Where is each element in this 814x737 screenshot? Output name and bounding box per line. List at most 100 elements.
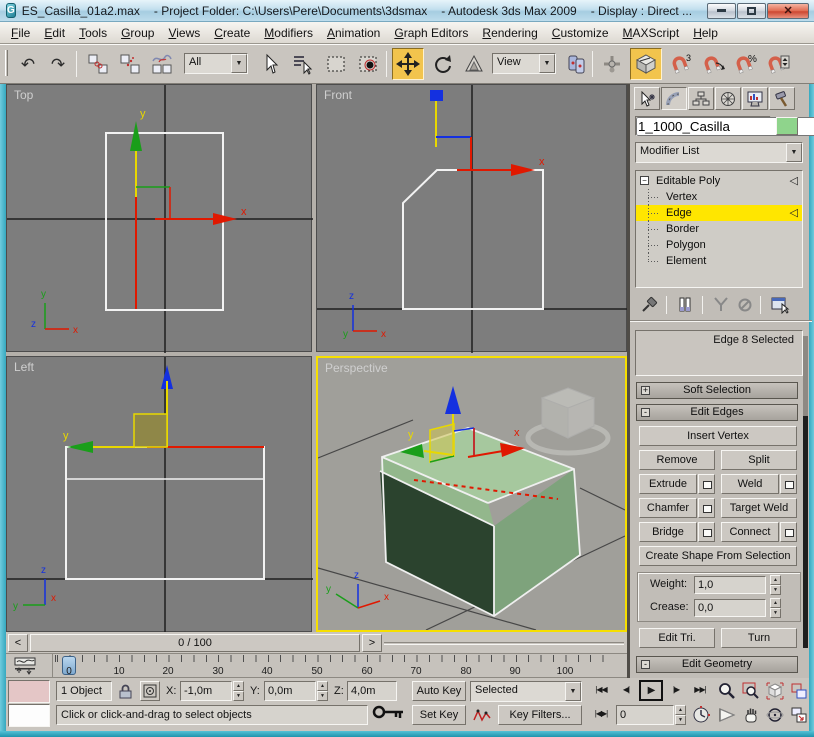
spin-down-icon[interactable]: ▼ [770, 585, 781, 595]
crease-spinner[interactable]: ▲ ▼ [770, 598, 781, 618]
spin-down-icon[interactable]: ▼ [770, 608, 781, 618]
weight-spinner[interactable]: ▲ ▼ [770, 575, 781, 595]
stack-item-edge-selected[interactable]: Edge ◁ [636, 205, 802, 221]
previous-frame-button[interactable]: ◀| [616, 681, 636, 700]
time-slider-handle[interactable]: 0 / 100 [30, 634, 360, 652]
collapse-icon[interactable]: − [640, 176, 649, 185]
selection-lock-icon[interactable] [118, 683, 133, 700]
track-bar-ruler[interactable]: 0 10 20 30 40 50 60 70 80 90 100 [52, 654, 624, 678]
panel-scrollbar[interactable] [803, 336, 808, 648]
stack-item-vertex[interactable]: Vertex [636, 189, 802, 205]
y-input[interactable] [265, 682, 315, 700]
arc-rotate-button[interactable] [764, 705, 785, 724]
spin-down-icon[interactable]: ▼ [233, 691, 244, 701]
tab-hierarchy[interactable] [688, 87, 714, 110]
bind-to-space-warp-button[interactable] [148, 50, 176, 78]
menu-tools[interactable]: Tools [72, 23, 114, 43]
chamfer-settings-button[interactable] [698, 498, 715, 518]
menu-modifiers[interactable]: Modifiers [257, 23, 320, 43]
x-coordinate-field[interactable] [180, 681, 232, 701]
object-name-field[interactable] [635, 116, 771, 136]
maximize-button[interactable] [737, 3, 766, 19]
remove-modifier-icon[interactable] [736, 296, 754, 314]
minimize-button[interactable] [707, 3, 736, 19]
play-button[interactable]: ▶ [639, 680, 663, 701]
select-object-button[interactable] [256, 50, 284, 78]
redo-button[interactable]: ↷ [44, 50, 72, 78]
stack-item-element[interactable]: Element [636, 253, 802, 269]
turn-button[interactable]: Turn [721, 628, 797, 648]
y-coordinate-field[interactable] [264, 681, 316, 701]
viewport-left[interactable]: Left y z y x [6, 356, 312, 632]
split-button[interactable]: Split [721, 450, 797, 470]
auto-key-button[interactable]: Auto Key [412, 681, 466, 701]
tab-modify[interactable] [661, 87, 687, 110]
spin-up-icon[interactable]: ▲ [675, 705, 686, 715]
next-frame-slider-button[interactable]: > [362, 634, 382, 652]
field-of-view-button[interactable] [716, 705, 737, 724]
spin-down-icon[interactable]: ▼ [675, 715, 686, 725]
chamfer-button[interactable]: Chamfer [639, 498, 697, 518]
select-and-move-button[interactable] [392, 48, 424, 80]
menu-graph-editors[interactable]: Graph Editors [387, 23, 475, 43]
show-in-viewport-icon[interactable]: ◁ [790, 205, 798, 221]
z-input[interactable] [348, 682, 396, 700]
frame-spinner[interactable]: ▲▼ [675, 705, 686, 725]
close-button[interactable]: ✕ [767, 3, 809, 19]
maxscript-mini-listener-pink[interactable] [8, 680, 50, 703]
weight-input[interactable] [695, 577, 765, 593]
spin-up-icon[interactable]: ▲ [770, 598, 781, 608]
go-to-end-button[interactable]: ▶▶| [689, 681, 711, 700]
x-input[interactable] [181, 682, 231, 700]
rollout-soft-selection[interactable]: + Soft Selection [636, 382, 798, 399]
key-mode-dropdown[interactable]: Selected ▼ [470, 681, 582, 702]
modifier-list-dropdown[interactable]: Modifier List ▼ [635, 142, 803, 163]
set-key-button[interactable]: Set Key [412, 705, 466, 725]
select-and-rotate-button[interactable] [428, 50, 456, 78]
connect-settings-button[interactable] [780, 522, 797, 542]
menu-edit[interactable]: Edit [37, 23, 72, 43]
zoom-extents-button[interactable] [764, 681, 785, 700]
rollout-edit-geometry[interactable]: - Edit Geometry [636, 656, 798, 673]
set-keys-key-icon[interactable] [372, 702, 406, 722]
menu-animation[interactable]: Animation [320, 23, 387, 43]
viewport-front[interactable]: Front x z y x [316, 84, 627, 352]
stack-item-editable-poly[interactable]: − Editable Poly ◁ [636, 173, 802, 189]
unlink-selection-button[interactable] [116, 50, 144, 78]
insert-vertex-button[interactable]: Insert Vertex [639, 426, 797, 446]
stack-item-border[interactable]: Border [636, 221, 802, 237]
tab-motion[interactable] [715, 87, 741, 110]
weight-field[interactable] [694, 576, 766, 594]
weld-button[interactable]: Weld [721, 474, 779, 494]
object-color-swatch[interactable] [776, 117, 798, 135]
toolbar-grip[interactable] [5, 50, 8, 76]
z-coordinate-field[interactable] [347, 681, 397, 701]
remove-button[interactable]: Remove [639, 450, 715, 470]
spin-up-icon[interactable]: ▲ [770, 575, 781, 585]
zoom-extents-all-button[interactable] [788, 681, 809, 700]
time-slider-track[interactable] [384, 642, 624, 645]
bridge-settings-button[interactable] [698, 522, 715, 542]
pin-stack-icon[interactable] [640, 296, 658, 314]
absolute-mode-toggle-button[interactable] [140, 681, 160, 701]
tab-display[interactable] [742, 87, 768, 110]
viewport-perspective[interactable]: Perspective y [316, 356, 627, 632]
snap-3d-button[interactable]: 3 [668, 50, 696, 78]
spin-down-icon[interactable]: ▼ [317, 691, 328, 701]
menu-help[interactable]: Help [686, 23, 725, 43]
maxscript-mini-listener-white[interactable] [8, 704, 50, 727]
next-frame-button[interactable]: |▶ [666, 681, 686, 700]
key-mode-toggle-button[interactable]: |◀▶| [590, 705, 612, 724]
tab-utilities[interactable] [769, 87, 795, 110]
create-shape-from-selection-button[interactable]: Create Shape From Selection [639, 546, 797, 566]
menu-maxscript[interactable]: MAXScript [616, 23, 687, 43]
y-spinner[interactable]: ▲▼ [317, 681, 328, 701]
rollout-edit-edges[interactable]: - Edit Edges [636, 404, 798, 421]
go-to-start-button[interactable]: |◀◀ [590, 681, 612, 700]
menu-file[interactable]: File [4, 23, 37, 43]
extrude-settings-button[interactable] [698, 474, 715, 494]
target-weld-button[interactable]: Target Weld [721, 498, 797, 518]
x-spinner[interactable]: ▲▼ [233, 681, 244, 701]
crease-input[interactable] [695, 600, 765, 616]
configure-modifier-sets-icon[interactable] [770, 296, 790, 314]
